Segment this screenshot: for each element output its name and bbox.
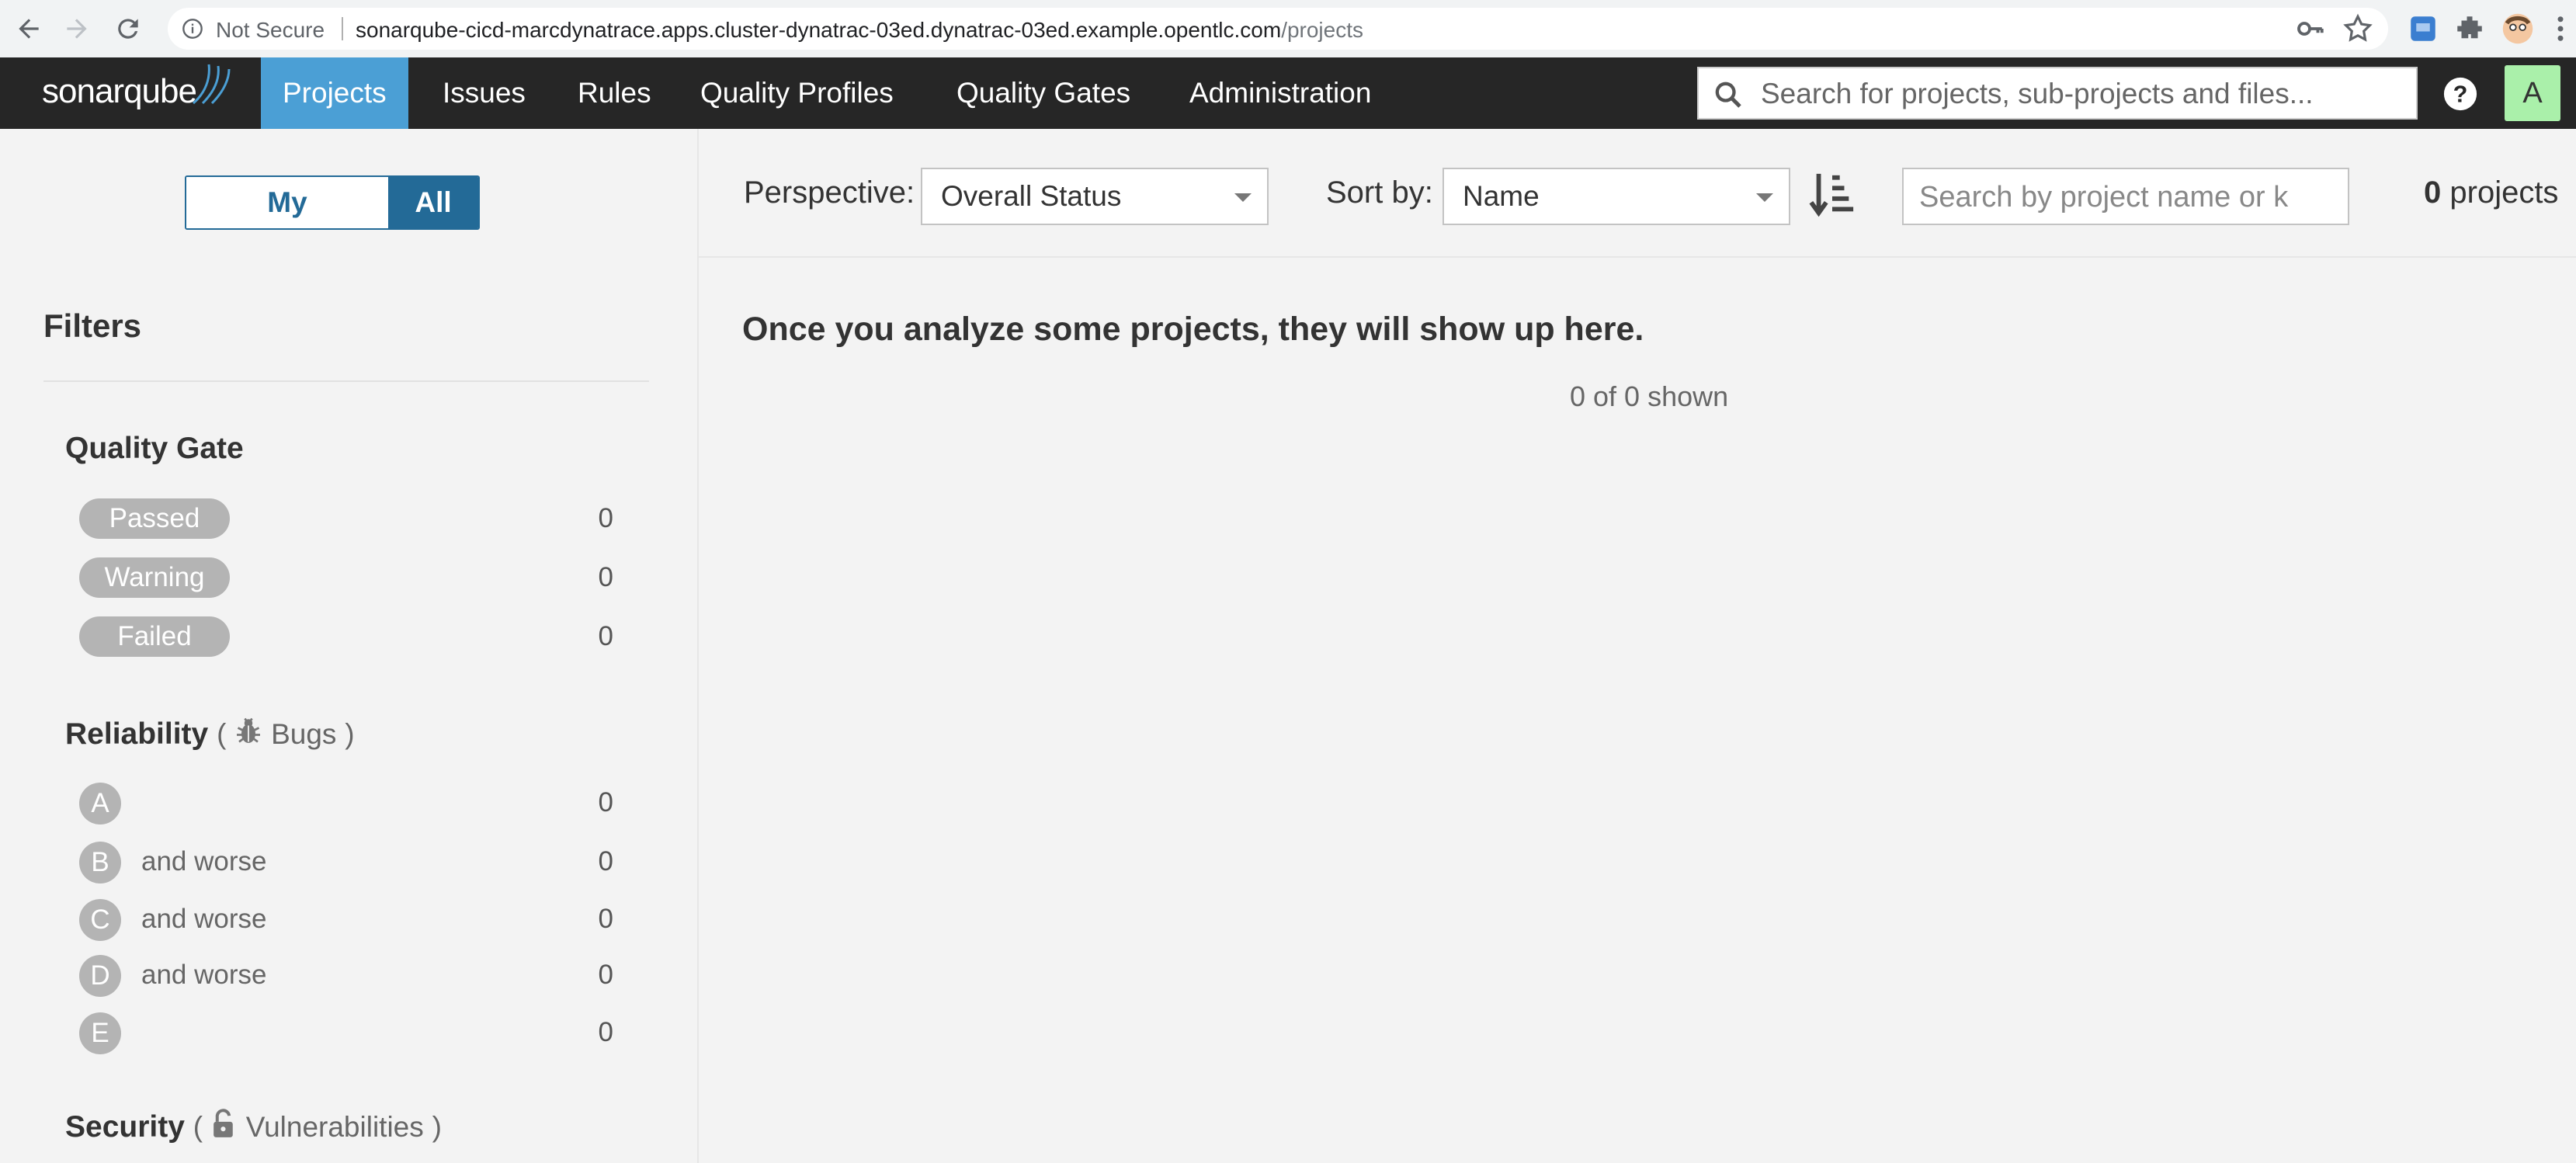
filters-sidebar: My Favorites All Filters Quality Gate Pa… bbox=[0, 129, 699, 1163]
facet-count: 0 bbox=[598, 960, 613, 990]
paren-open: ( bbox=[217, 718, 227, 750]
nav-issues[interactable]: Issues bbox=[421, 57, 547, 129]
nav-rules[interactable]: Rules bbox=[556, 57, 673, 129]
quality-gate-warning[interactable]: Warning bbox=[79, 557, 230, 598]
projects-count: 0 projects bbox=[2424, 175, 2558, 210]
unlock-icon bbox=[214, 1109, 233, 1137]
sort-by-label: Sort by: bbox=[1326, 175, 1433, 210]
projects-count-number: 0 bbox=[2424, 175, 2442, 210]
search-icon bbox=[1715, 82, 1741, 108]
main-navigation: sonarqube Projects Issues Rules Quality … bbox=[0, 57, 2576, 129]
chevron-down-icon bbox=[1756, 193, 1773, 202]
reload-icon[interactable] bbox=[113, 14, 143, 43]
chevron-down-icon bbox=[1234, 193, 1252, 202]
facet-count: 0 bbox=[598, 787, 613, 818]
global-search-input[interactable] bbox=[1759, 73, 2399, 115]
nav-projects[interactable]: Projects bbox=[261, 57, 408, 129]
nav-administration[interactable]: Administration bbox=[1168, 57, 1393, 129]
empty-state-message: Once you analyze some projects, they wil… bbox=[742, 311, 1644, 348]
nav-quality-gates[interactable]: Quality Gates bbox=[935, 57, 1152, 129]
logo-text: sonarqube bbox=[42, 72, 197, 110]
puzzle-icon[interactable] bbox=[2453, 12, 2486, 45]
perspective-label: Perspective: bbox=[744, 175, 915, 210]
profile-avatar-icon[interactable] bbox=[2501, 12, 2534, 45]
reliability-title: Reliability bbox=[65, 717, 209, 751]
reliability-heading: Reliability ( Bugs ) bbox=[65, 716, 355, 752]
bug-icon bbox=[237, 717, 261, 743]
sonarqube-logo[interactable]: sonarqube bbox=[42, 64, 237, 116]
and-worse-label[interactable]: and worse bbox=[141, 960, 266, 991]
browser-toolbar: Not Secure sonarqube-cicd-marcdynatrace.… bbox=[0, 0, 2576, 58]
sort-value: Name bbox=[1463, 180, 1540, 212]
facet-count: 0 bbox=[598, 846, 613, 877]
sort-order-icon[interactable] bbox=[1809, 171, 1856, 219]
my-favorites-button[interactable]: My Favorites bbox=[186, 177, 388, 228]
quality-gate-heading: Quality Gate bbox=[65, 432, 244, 465]
quality-gate-passed[interactable]: Passed bbox=[79, 498, 230, 539]
quality-gate-failed[interactable]: Failed bbox=[79, 616, 230, 657]
svg-text:?: ? bbox=[2453, 82, 2468, 108]
star-icon[interactable] bbox=[2342, 12, 2374, 45]
extension-icon[interactable] bbox=[2407, 12, 2439, 45]
divider bbox=[43, 380, 649, 382]
favorites-toggle: My Favorites All bbox=[185, 175, 480, 230]
facet-count: 0 bbox=[598, 904, 613, 934]
security-label: Not Secure bbox=[216, 18, 325, 42]
divider bbox=[342, 17, 343, 40]
filters-heading: Filters bbox=[43, 307, 142, 344]
project-search-input[interactable] bbox=[1918, 177, 2340, 217]
key-icon[interactable] bbox=[2293, 12, 2326, 45]
address-bar[interactable]: Not Secure sonarqube-cicd-marcdynatrace.… bbox=[168, 8, 2388, 50]
reliability-subtitle: Bugs bbox=[271, 718, 337, 750]
paren-close: ) bbox=[432, 1111, 442, 1143]
facet-count: 0 bbox=[598, 503, 613, 533]
nav-quality-profiles[interactable]: Quality Profiles bbox=[679, 57, 915, 129]
security-heading: Security ( Vulnerabilities ) bbox=[65, 1109, 442, 1144]
and-worse-label[interactable]: and worse bbox=[141, 846, 266, 877]
user-avatar[interactable]: A bbox=[2505, 65, 2560, 121]
facet-count: 0 bbox=[598, 562, 613, 592]
logo-waves-icon bbox=[192, 64, 231, 105]
all-button[interactable]: All bbox=[388, 177, 478, 228]
sort-select[interactable]: Name bbox=[1442, 168, 1790, 225]
and-worse-label[interactable]: and worse bbox=[141, 904, 266, 935]
projects-toolbar: Perspective: Overall Status Sort by: Nam… bbox=[699, 129, 2576, 258]
rating-a-badge[interactable]: A bbox=[79, 783, 121, 825]
kebab-menu-icon[interactable] bbox=[2551, 12, 2570, 45]
help-icon[interactable]: ? bbox=[2442, 76, 2478, 112]
paren-open: ( bbox=[193, 1111, 203, 1143]
perspective-select[interactable]: Overall Status bbox=[921, 168, 1269, 225]
global-search[interactable] bbox=[1697, 67, 2418, 120]
shown-count: 0 of 0 shown bbox=[1570, 380, 1729, 412]
rating-c-badge[interactable]: C bbox=[79, 899, 121, 941]
rating-d-badge[interactable]: D bbox=[79, 955, 121, 997]
facet-count: 0 bbox=[598, 1017, 613, 1047]
rating-e-badge[interactable]: E bbox=[79, 1012, 121, 1054]
perspective-value: Overall Status bbox=[941, 180, 1122, 212]
projects-count-word: projects bbox=[2449, 175, 2559, 210]
info-icon[interactable] bbox=[182, 18, 203, 40]
rating-b-badge[interactable]: B bbox=[79, 842, 121, 884]
project-search[interactable] bbox=[1902, 168, 2349, 225]
security-subtitle: Vulnerabilities bbox=[245, 1111, 424, 1143]
security-title: Security bbox=[65, 1110, 185, 1144]
url-text: sonarqube-cicd-marcdynatrace.apps.cluste… bbox=[356, 18, 1364, 42]
facet-count: 0 bbox=[598, 621, 613, 651]
forward-arrow-icon[interactable] bbox=[62, 14, 92, 43]
paren-close: ) bbox=[345, 718, 355, 750]
back-arrow-icon[interactable] bbox=[14, 14, 43, 43]
